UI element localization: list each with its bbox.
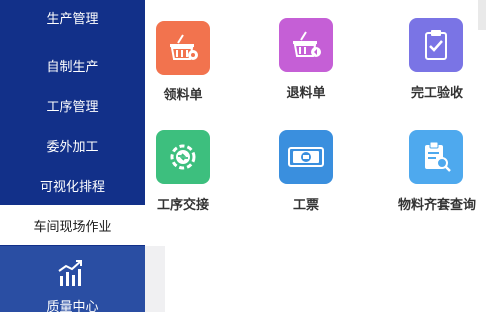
nav-item-label: 质量中心 xyxy=(46,300,99,315)
nav-item-label: 可视化排程 xyxy=(39,179,105,195)
basket-return-icon xyxy=(279,18,333,72)
app-tile-process-handover[interactable]: 工序交接 xyxy=(145,128,241,220)
ticket-icon xyxy=(279,130,333,184)
app-tile-material-return[interactable]: 退料单 xyxy=(268,18,364,110)
basket-gear-icon xyxy=(156,21,210,75)
nav-item-production-management[interactable]: 生产管理 xyxy=(0,0,145,37)
clipboard-check-icon xyxy=(409,18,463,72)
bar-chart-trend-icon xyxy=(58,260,82,286)
nav-item-outsourcing[interactable]: 委外加工 xyxy=(0,125,145,165)
clipboard-search-icon xyxy=(409,130,463,184)
app-tile-label: 完工验收 xyxy=(410,86,463,101)
app-tile-label: 物料齐套查询 xyxy=(397,198,476,213)
gear-exchange-icon xyxy=(156,130,210,184)
nav-item-label: 生产管理 xyxy=(46,11,99,27)
app-tile-completion-acceptance[interactable]: 完工验收 xyxy=(397,18,486,110)
app-tile-label: 退料单 xyxy=(286,86,326,101)
app-tile-label: 工票 xyxy=(292,198,319,213)
app-tile-material-requisition[interactable]: 领料单 xyxy=(145,18,241,110)
app-tile-work-ticket[interactable]: 工票 xyxy=(268,128,364,220)
nav-item-label: 自制生产 xyxy=(46,59,99,75)
app-tile-material-kit-query[interactable]: 物料齐套查询 xyxy=(397,128,486,220)
nav-item-self-production[interactable]: 自制生产 xyxy=(0,45,145,85)
app-tile-label: 工序交接 xyxy=(156,198,209,213)
nav-item-label: 车间现场作业 xyxy=(33,219,112,235)
sidebar-nav: 生产管理 自制生产 工序管理 委外加工 可视化排程 车间现场作业 质量中心 xyxy=(0,0,145,315)
content-background xyxy=(145,246,165,312)
app-tile-label: 领料单 xyxy=(163,88,203,103)
nav-item-label: 委外加工 xyxy=(46,139,99,155)
nav-item-label: 工序管理 xyxy=(46,99,99,115)
nav-item-quality-center[interactable]: 质量中心 xyxy=(0,246,145,315)
